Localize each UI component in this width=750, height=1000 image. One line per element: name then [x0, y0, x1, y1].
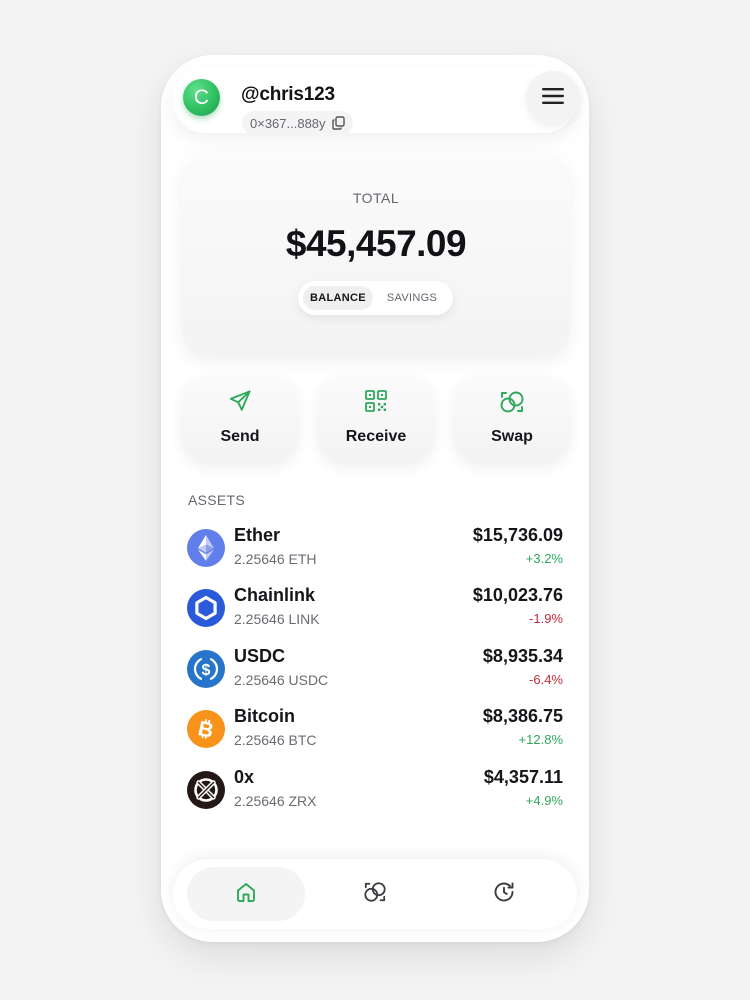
asset-value: $8,386.75	[482, 706, 563, 726]
wallet-address: 0×367...888y	[250, 115, 326, 131]
asset-amount: 2.25646 BTC	[234, 732, 317, 748]
chainlink-icon	[187, 589, 225, 627]
total-label: TOTAL	[352, 190, 400, 206]
asset-change: -6.4%	[529, 672, 563, 687]
send-label: Send	[220, 428, 260, 445]
asset-value: $15,736.09	[472, 525, 563, 545]
history-icon	[493, 881, 515, 908]
username: @chris123	[241, 84, 335, 105]
hamburger-menu-icon	[541, 87, 565, 110]
tab-balance[interactable]: BALANCE	[303, 286, 373, 310]
avatar[interactable]: C	[183, 79, 220, 116]
nav-history[interactable]	[445, 867, 563, 921]
svg-text:$: $	[202, 662, 211, 679]
asset-amount: 2.25646 ZRX	[234, 793, 317, 809]
asset-name: Bitcoin	[234, 706, 295, 726]
receive-label: Receive	[345, 428, 407, 445]
nav-swap[interactable]	[316, 867, 434, 921]
send-icon	[181, 389, 299, 413]
asset-change: +12.8%	[518, 732, 563, 747]
total-balance-card: TOTAL $45,457.09 BALANCE SAVINGS	[181, 153, 571, 356]
header-bar: C @chris123 0×367...888y	[173, 67, 580, 135]
phone-screen: C @chris123 0×367...888y TOTAL $45,457.0…	[161, 55, 589, 942]
home-icon	[235, 881, 257, 908]
asset-name: Ether	[234, 525, 281, 545]
ether-icon	[187, 529, 225, 567]
tab-savings[interactable]: SAVINGS	[377, 286, 447, 310]
balance-savings-toggle: BALANCE SAVINGS	[298, 281, 453, 315]
asset-amount: 2.25646 LINK	[234, 611, 320, 627]
assets-heading: ASSETS	[188, 492, 246, 508]
asset-value: $10,023.76	[472, 585, 563, 605]
bitcoin-icon: B	[187, 710, 225, 748]
zrx-icon	[187, 771, 225, 809]
asset-name: Chainlink	[234, 585, 316, 605]
send-button[interactable]: Send	[181, 374, 299, 462]
receive-button[interactable]: Receive	[317, 374, 435, 462]
asset-change: +4.9%	[525, 793, 563, 808]
asset-amount: 2.25646 ETH	[234, 551, 317, 567]
asset-row-zrx[interactable]: 0x 2.25646 ZRX $4,357.11 +4.9%	[187, 767, 563, 813]
copy-icon[interactable]	[331, 116, 345, 130]
swap-icon	[453, 389, 571, 415]
swap-label: Swap	[491, 428, 533, 445]
swap-icon	[363, 880, 387, 909]
asset-amount: 2.25646 USDC	[234, 672, 329, 688]
asset-name: USDC	[234, 646, 286, 666]
asset-row-ether[interactable]: Ether 2.25646 ETH $15,736.09 +3.2%	[187, 525, 563, 571]
asset-name: 0x	[234, 767, 255, 787]
asset-change: +3.2%	[525, 551, 563, 566]
bottom-navigation	[173, 859, 577, 929]
nav-home[interactable]	[187, 867, 305, 921]
total-value: $45,457.09	[285, 223, 467, 264]
swap-button[interactable]: Swap	[453, 374, 571, 462]
asset-change: -1.9%	[529, 611, 563, 626]
asset-row-bitcoin[interactable]: B Bitcoin 2.25646 BTC $8,386.75 +12.8%	[187, 706, 563, 752]
asset-row-chainlink[interactable]: Chainlink 2.25646 LINK $10,023.76 -1.9%	[187, 585, 563, 631]
asset-value: $4,357.11	[483, 767, 563, 787]
menu-button[interactable]	[526, 71, 580, 125]
usdc-icon: $	[187, 650, 225, 688]
wallet-address-pill[interactable]: 0×367...888y	[242, 111, 353, 135]
asset-row-usdc[interactable]: $ USDC 2.25646 USDC $8,935.34 -6.4%	[187, 646, 563, 692]
asset-value: $8,935.34	[482, 646, 563, 666]
qr-code-icon	[317, 389, 435, 413]
